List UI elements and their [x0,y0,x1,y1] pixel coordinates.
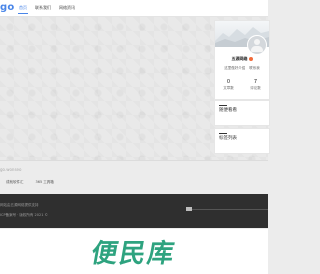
watermark-text: 便民库 [88,239,179,269]
verified-badge-icon [248,57,253,61]
username-text: 五源网络 [231,56,248,61]
widget-random: 随便看看 [214,100,270,126]
top-navbar: go 首页 联系我们 网络资讯 [0,0,268,17]
footer-tagline: go.wonseo [0,167,22,172]
stat-comments[interactable]: 7 评论数 [250,79,261,91]
main-nav: 首页 联系我们 网络资讯 [18,3,76,14]
widget-accent [219,133,227,134]
profile-stats: 0 文章数 7 评论数 [215,79,269,91]
stat-articles-label: 文章数 [223,86,234,90]
profile-link-intro[interactable]: 这里做好介绍 [224,65,245,71]
nav-item-news[interactable]: 网络资讯 [58,3,76,14]
footer-powered-by: 网站由五源网络提供支持 [0,203,39,207]
footer-links-section: go.wonseo 成就软件汇 365 工具箱 [0,160,268,193]
friend-link-2[interactable]: 365 工具箱 [36,179,54,185]
footer-divider [188,209,268,210]
nav-item-contact[interactable]: 联系我们 [34,3,52,14]
friend-link-1[interactable]: 成就软件汇 [6,179,24,185]
widget-title-random: 随便看看 [219,108,237,113]
widget-tags: 标签列表 [214,128,270,154]
profile-card: 五源网络 这里做好介绍 联系我 0 文章数 7 评论数 [214,20,270,100]
site-logo[interactable]: go [0,2,14,14]
stat-comments-label: 评论数 [250,86,261,90]
profile-links: 这里做好介绍 联系我 [215,65,269,71]
friend-links: 成就软件汇 365 工具箱 [6,179,54,185]
footer-copyright: ICP备案号 · 版权所有 2021 © [0,213,49,217]
widget-title-tags: 标签列表 [219,136,237,141]
stat-articles[interactable]: 0 文章数 [223,79,234,91]
watermark-banner: 便民库 [0,229,268,274]
profile-username[interactable]: 五源网络 [215,56,269,62]
profile-link-contact[interactable]: 联系我 [249,65,260,71]
widget-accent [219,105,227,106]
nav-item-home[interactable]: 首页 [18,3,28,14]
footer-bottom: 网站由五源网络提供支持 ICP备案号 · 版权所有 2021 © [0,194,268,228]
scroll-handle[interactable] [186,207,192,211]
avatar[interactable] [247,35,267,55]
